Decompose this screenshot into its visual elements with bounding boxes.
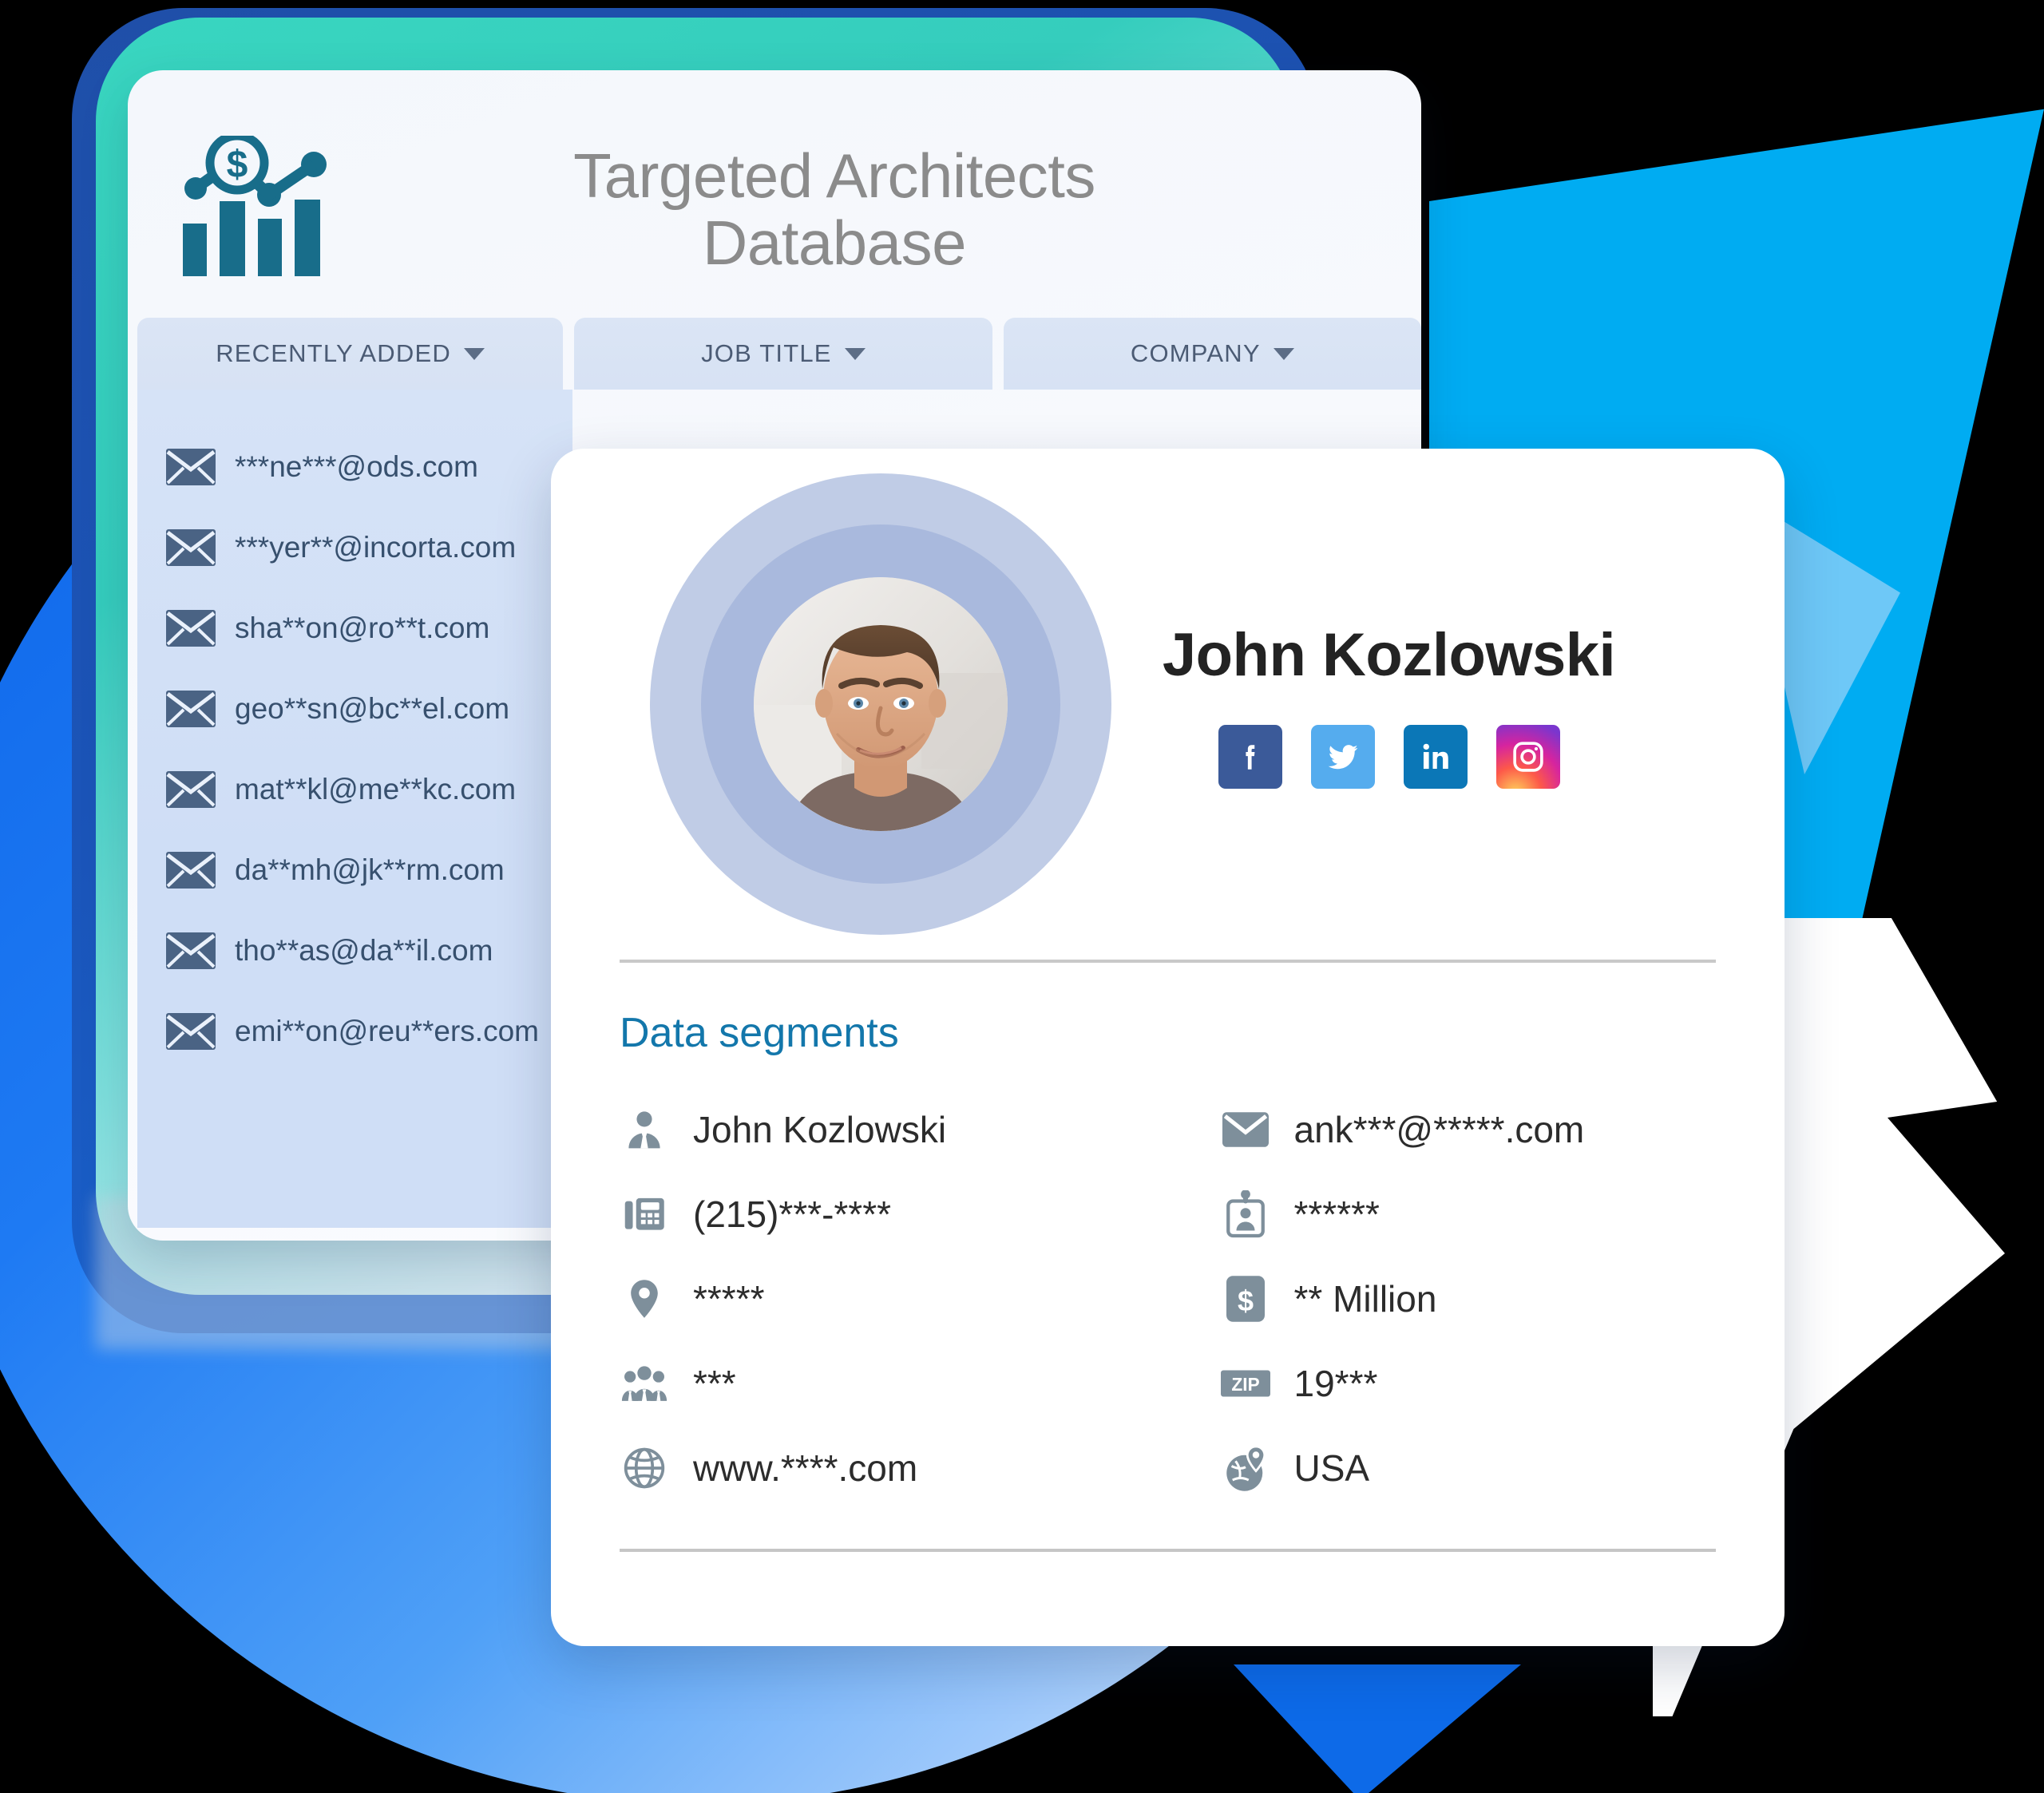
profile-meta: John Kozlowski: [1111, 620, 1722, 789]
map-pin-icon: [620, 1274, 669, 1324]
tab-job-title-label: JOB TITLE: [701, 339, 832, 367]
email-address: ***yer**@incorta.com: [235, 530, 517, 564]
linkedin-icon[interactable]: [1403, 724, 1468, 789]
tab-recently-added-label: RECENTLY ADDED: [216, 339, 451, 367]
svg-text:$: $: [227, 144, 248, 186]
page-title: Targeted Architects Database: [391, 140, 1421, 278]
data-segments-title: Data segments: [620, 1010, 899, 1056]
email-address: sha**on@ro**t.com: [235, 611, 490, 644]
chevron-down-icon: [844, 347, 866, 360]
tab-recently-added[interactable]: RECENTLY ADDED: [137, 318, 564, 390]
email-address: tho**as@da**il.com: [235, 933, 493, 967]
envelope-icon: [166, 528, 216, 566]
chevron-down-icon: [1273, 347, 1294, 360]
list-item[interactable]: ***ne***@ods.com: [166, 426, 572, 507]
profile-name: John Kozlowski: [1162, 620, 1616, 689]
segment-row: ***: [613, 1341, 1168, 1426]
envelope-icon: [166, 609, 216, 647]
segment-value: *****: [693, 1278, 765, 1320]
segment-row: $ ** Million: [1214, 1257, 1723, 1341]
segment-row: *****: [613, 1257, 1168, 1341]
data-segments-right-column: ank***@*****.com ****** $ ** Million ZIP…: [1168, 1087, 1723, 1510]
globe-pin-icon: [1221, 1443, 1270, 1493]
page-title-line-2: Database: [703, 208, 966, 278]
logo-wrap: $: [128, 131, 391, 283]
email-address: geo**sn@bc**el.com: [235, 691, 510, 725]
globe-icon: [620, 1443, 669, 1493]
email-address: ***ne***@ods.com: [235, 449, 478, 483]
profile-header: John Kozlowski: [613, 449, 1722, 960]
list-item[interactable]: ***yer**@incorta.com: [166, 507, 572, 588]
blue-triangle-pointer: [1234, 1664, 1521, 1793]
segment-value: ** Million: [1293, 1278, 1437, 1320]
id-badge-icon: [1221, 1189, 1270, 1239]
segment-value: www.****.com: [693, 1447, 918, 1489]
list-item[interactable]: sha**on@ro**t.com: [166, 588, 572, 668]
segment-value: ank***@*****.com: [1293, 1109, 1585, 1150]
avatar-ring: [701, 524, 1060, 884]
filter-tabs: RECENTLY ADDED JOB TITLE COMPANY: [128, 318, 1421, 390]
instagram-icon[interactable]: [1495, 724, 1560, 789]
email-address: emi**on@reu**ers.com: [235, 1014, 539, 1047]
recently-added-email-list: ***ne***@ods.com ***yer**@incorta.com sh…: [137, 390, 572, 1228]
tab-company-label: COMPANY: [1130, 339, 1261, 367]
divider-bottom: [620, 1549, 1716, 1552]
segment-row: USA: [1214, 1426, 1723, 1510]
dollar-icon: $: [1221, 1274, 1270, 1324]
people-group-icon: [620, 1359, 669, 1408]
envelope-icon: [166, 690, 216, 727]
segment-value: USA: [1293, 1447, 1370, 1489]
avatar: [650, 473, 1111, 935]
data-segments-grid: John Kozlowski (215)***-**** ***** *** w…: [613, 1087, 1722, 1510]
tab-company[interactable]: COMPANY: [1003, 318, 1421, 390]
segment-value: (215)***-****: [693, 1193, 892, 1235]
envelope-icon: [166, 851, 216, 889]
fax-phone-icon: [620, 1189, 669, 1239]
bar-chart-dollar-icon: $: [180, 131, 339, 283]
envelope-icon: [1221, 1105, 1270, 1154]
segment-value: John Kozlowski: [693, 1109, 947, 1150]
person-icon: [620, 1105, 669, 1154]
screenshot-root: $ Targeted Architects Database RECENTLY …: [0, 0, 2044, 1793]
tab-job-title[interactable]: JOB TITLE: [574, 318, 992, 390]
data-segments-left-column: John Kozlowski (215)***-**** ***** *** w…: [613, 1087, 1168, 1510]
segment-row: (215)***-****: [613, 1172, 1168, 1257]
database-card-header: $ Targeted Architects Database: [128, 70, 1421, 318]
contact-profile-card: John Kozlowski Data segments John Kozlow…: [551, 449, 1785, 1646]
segment-row: ank***@*****.com: [1214, 1087, 1723, 1172]
twitter-icon[interactable]: [1310, 724, 1375, 789]
avatar-photo: [754, 577, 1008, 831]
divider-top: [620, 960, 1716, 963]
envelope-icon: [166, 932, 216, 969]
zip-icon: ZIP: [1220, 1359, 1270, 1408]
segment-row: ZIP 19***: [1214, 1341, 1723, 1426]
segment-value: ******: [1293, 1193, 1380, 1235]
list-item[interactable]: mat**kl@me**kc.com: [166, 749, 572, 829]
chevron-down-icon: [463, 347, 485, 360]
page-title-line-1: Targeted Architects: [573, 140, 1095, 211]
list-item[interactable]: tho**as@da**il.com: [166, 910, 572, 991]
list-item[interactable]: da**mh@jk**rm.com: [166, 829, 572, 910]
facebook-icon[interactable]: [1218, 724, 1282, 789]
segment-value: 19***: [1293, 1363, 1378, 1404]
envelope-icon: [166, 770, 216, 808]
social-links: [1218, 724, 1560, 789]
svg-text:ZIP: ZIP: [1231, 1374, 1259, 1395]
segment-row: John Kozlowski: [613, 1087, 1168, 1172]
list-item[interactable]: geo**sn@bc**el.com: [166, 668, 572, 749]
segment-row: www.****.com: [613, 1426, 1168, 1510]
segment-value: ***: [693, 1363, 736, 1404]
email-address: mat**kl@me**kc.com: [235, 772, 517, 805]
list-item[interactable]: emi**on@reu**ers.com: [166, 991, 572, 1071]
svg-text:$: $: [1237, 1284, 1253, 1317]
segment-row: ******: [1214, 1172, 1723, 1257]
email-address: da**mh@jk**rm.com: [235, 853, 505, 886]
envelope-icon: [166, 1012, 216, 1050]
envelope-icon: [166, 448, 216, 485]
